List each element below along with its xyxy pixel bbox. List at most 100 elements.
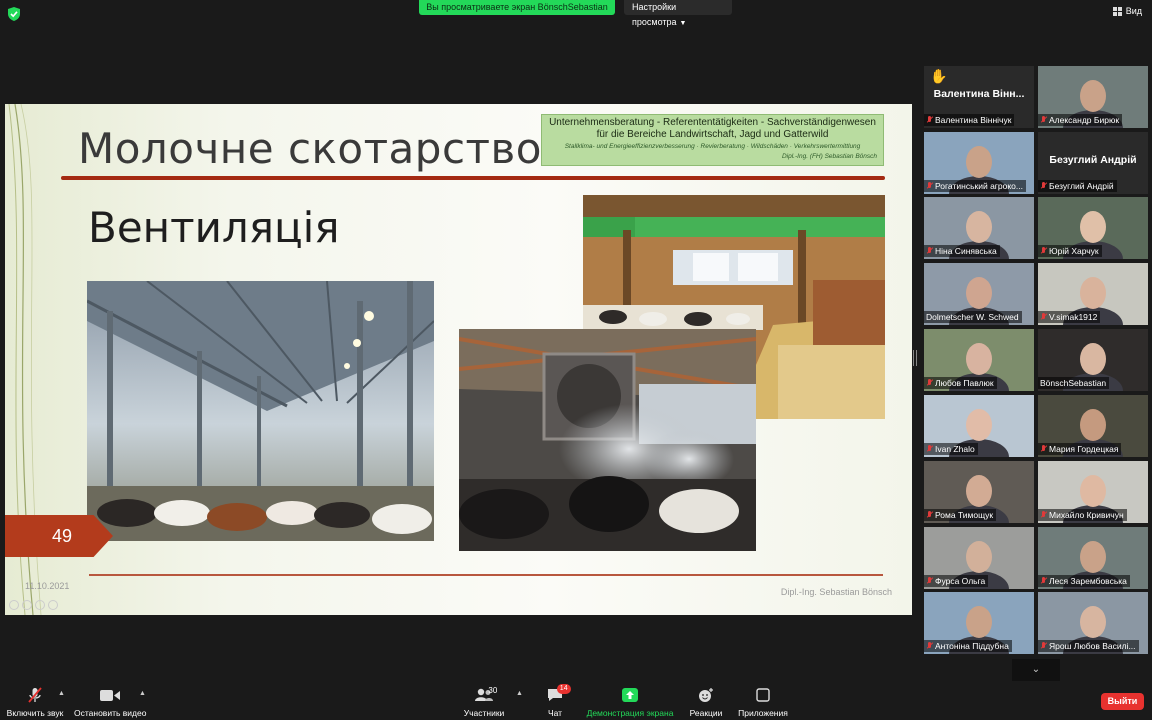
audio-options-caret-icon[interactable]: ▲ — [58, 690, 65, 697]
chevron-down-icon: ▼ — [679, 20, 687, 27]
cooling-fan-photo — [459, 329, 756, 551]
participant-tile[interactable]: Любов Павлюк — [924, 329, 1034, 391]
participant-name-text: Безуглий Андрій — [1049, 181, 1114, 191]
participant-name: Рома Тимощук — [924, 509, 997, 521]
view-options-label: Настройки просмотра — [632, 2, 677, 27]
participant-name-text: Ярош Любов Василі... — [1049, 641, 1136, 651]
title-underline — [61, 176, 885, 180]
muted-microphone-icon — [926, 247, 933, 255]
logo-line-3: Stallklima- und Energieeffizienzverbesse… — [564, 143, 861, 150]
participant-name-text: Рогатинський агроко... — [935, 181, 1023, 191]
apps-icon — [756, 688, 770, 702]
reactions-button[interactable]: Реакции — [686, 686, 726, 718]
stop-video-button[interactable]: Остановить видео — [74, 686, 146, 718]
pen-icon[interactable] — [22, 600, 32, 610]
chat-unread-badge: 14 — [556, 684, 571, 694]
raised-hand-icon: ✋ — [930, 68, 948, 84]
participant-tile[interactable]: Александр Бирюк — [1038, 66, 1148, 128]
participants-caret-icon[interactable]: ▲ — [516, 690, 523, 697]
menu-icon[interactable] — [48, 600, 58, 610]
participant-name-text: Ніна Синявська — [935, 246, 997, 256]
participant-name: Валентина Віннічук — [924, 114, 1015, 126]
muted-microphone-icon — [926, 642, 933, 650]
shield-icon[interactable] — [8, 7, 20, 21]
participant-name-text: Юрій Харчук — [1049, 246, 1099, 256]
video-options-caret-icon[interactable]: ▲ — [139, 690, 146, 697]
participant-name-text: V.simak1912 — [1049, 312, 1098, 322]
muted-microphone-icon — [926, 379, 933, 387]
leave-meeting-button[interactable]: Выйти — [1101, 693, 1144, 710]
grid-view-icon — [1112, 6, 1122, 16]
participant-tile[interactable]: V.simak1912 — [1038, 263, 1148, 325]
muted-microphone-icon — [1040, 445, 1047, 453]
participant-tile[interactable]: Юрій Харчук — [1038, 197, 1148, 259]
participant-display-name: Валентина Вінн... — [933, 88, 1025, 100]
apps-label: Приложения — [738, 708, 788, 718]
video-camera-icon — [100, 689, 120, 701]
participant-name-text: Любов Павлюк — [935, 378, 994, 388]
participants-label: Участники — [463, 708, 505, 718]
participants-button[interactable]: 30 Участники — [462, 686, 506, 718]
reactions-label: Реакции — [689, 708, 723, 718]
logo-line-4: Dipl.-Ing. (FH) Sebastian Bönsch — [781, 153, 877, 160]
muted-microphone-icon — [1040, 577, 1047, 585]
barn-interior-photo — [87, 281, 434, 541]
participant-name-text: Валентина Віннічук — [935, 115, 1012, 125]
participant-tile[interactable]: Рома Тимощук — [924, 461, 1034, 523]
participant-name-text: Dolmetscher W. Schwed — [926, 312, 1019, 322]
participant-name-text: Александр Бирюк — [1049, 115, 1120, 125]
muted-microphone-icon — [1040, 182, 1047, 190]
panel-resize-handle[interactable] — [913, 350, 917, 366]
participant-name: Рогатинський агроко... — [924, 180, 1026, 192]
view-options-button[interactable]: Настройки просмотра ▼ — [624, 0, 732, 27]
participant-tile[interactable]: Dolmetscher W. Schwed — [924, 263, 1034, 325]
participant-name: Антоніна Піддубна — [924, 640, 1012, 652]
chat-button[interactable]: 14 Чат — [540, 684, 571, 718]
participant-name-text: Рома Тимощук — [935, 510, 994, 520]
muted-microphone-icon — [926, 182, 933, 190]
participant-tile[interactable]: Ніна Синявська — [924, 197, 1034, 259]
participant-name: Александр Бирюк — [1038, 114, 1123, 126]
participant-name: BönschSebastian — [1038, 377, 1110, 389]
prev-slide-icon[interactable] — [9, 600, 19, 610]
participant-tile[interactable]: Мария Гордецкая — [1038, 395, 1148, 457]
participant-name: Михайло Кривичун — [1038, 509, 1127, 521]
muted-microphone-icon — [1040, 642, 1047, 650]
participant-name: Леся Зарембовська — [1038, 575, 1130, 587]
share-screen-label: Демонстрация экрана — [586, 708, 674, 718]
participant-tile[interactable]: Рогатинський агроко... — [924, 132, 1034, 194]
participant-name-text: Фурса Ольга — [935, 576, 986, 586]
participant-name: Фурса Ольга — [924, 575, 989, 587]
participant-display-name: Безуглий Андрій — [1049, 154, 1137, 166]
gallery-scroll-down-button[interactable]: ⌄ — [1012, 659, 1060, 681]
zoom-icon[interactable] — [35, 600, 45, 610]
participants-count: 30 — [488, 686, 498, 695]
participant-name: Ivan Zhalo — [924, 443, 978, 455]
participant-tile[interactable]: Фурса Ольга — [924, 527, 1034, 589]
muted-microphone-icon — [1040, 247, 1047, 255]
participant-tile[interactable]: Антоніна Піддубна — [924, 592, 1034, 654]
slide-controls[interactable] — [9, 600, 58, 610]
footer-divider — [89, 574, 883, 576]
shared-screen-slide[interactable]: Unternehmensberatung - Referententätigke… — [5, 104, 912, 615]
participant-tile[interactable]: Ivan Zhalo — [924, 395, 1034, 457]
chat-label: Чат — [547, 708, 563, 718]
share-screen-icon — [622, 688, 638, 702]
view-button-label: Вид — [1125, 6, 1142, 16]
zoom-window: Вы просматриваете экран BönschSebastian … — [0, 0, 1152, 720]
participant-tile[interactable]: Ярош Любов Василі... — [1038, 592, 1148, 654]
participant-tile[interactable]: BönschSebastian — [1038, 329, 1148, 391]
unmute-button[interactable]: Включить звук — [6, 686, 64, 718]
participant-tile[interactable]: Леся Зарембовська — [1038, 527, 1148, 589]
view-button[interactable]: Вид — [1112, 6, 1142, 16]
participant-tile[interactable]: Михайло Кривичун — [1038, 461, 1148, 523]
participant-name: Любов Павлюк — [924, 377, 997, 389]
participant-name-text: Ivan Zhalo — [935, 444, 975, 454]
participant-tile[interactable]: Безуглий Андрій Безуглий Андрій — [1038, 132, 1148, 194]
share-screen-button[interactable]: Демонстрация экрана — [586, 686, 674, 718]
participant-name: V.simak1912 — [1038, 311, 1101, 323]
participant-name-text: Леся Зарембовська — [1049, 576, 1127, 586]
participant-name: Ніна Синявська — [924, 245, 1000, 257]
apps-button[interactable]: Приложения — [736, 686, 790, 718]
participant-tile[interactable]: Валентина Вінн... ✋ Валентина Віннічук — [924, 66, 1034, 128]
